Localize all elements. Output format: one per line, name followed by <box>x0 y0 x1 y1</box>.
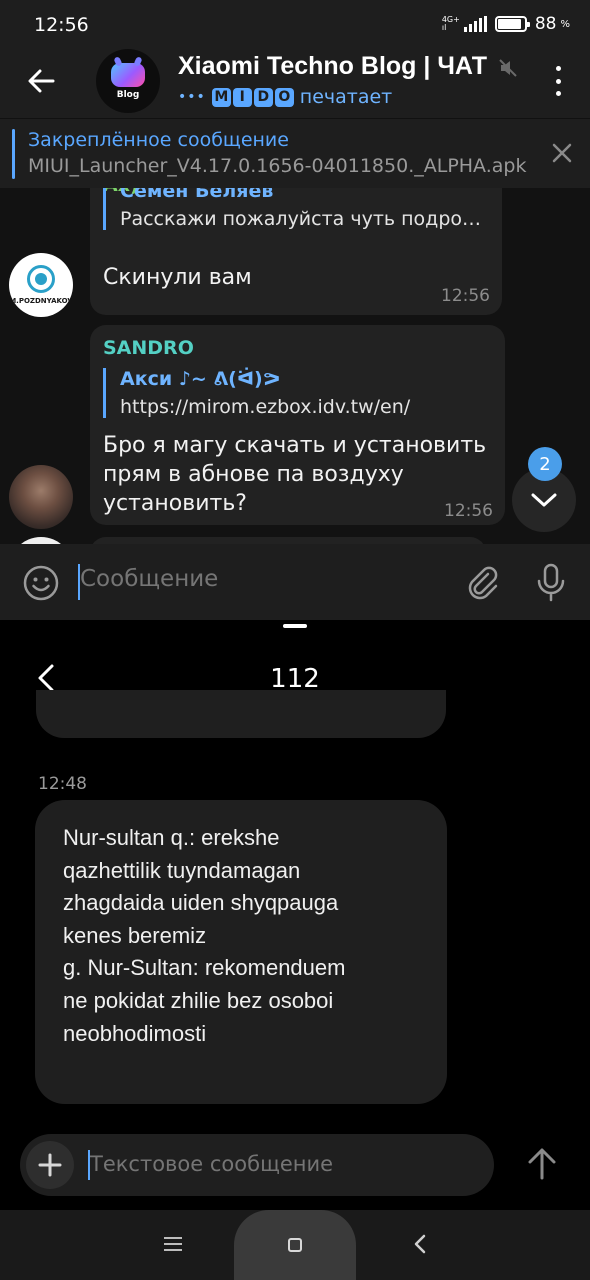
pinned-text: MIUI_Launcher_V4.17.0.1656-04011850._ALP… <box>28 155 527 177</box>
message-composer <box>0 544 590 620</box>
quote-author: Семён Беляев <box>120 188 274 202</box>
close-icon[interactable] <box>550 141 574 165</box>
message-input[interactable] <box>80 566 450 592</box>
arrow-up-icon[interactable] <box>522 1144 562 1184</box>
status-bar: 12:56 4G+ ıl 88 % <box>0 0 590 44</box>
quote-author: Акси ♪~ ᕕ(ᐛ)ᕗ <box>120 368 281 390</box>
microphone-icon[interactable] <box>534 562 568 602</box>
recent-apps-button[interactable] <box>164 1234 182 1254</box>
message-time: 12:56 <box>444 501 493 521</box>
pinned-accent-line <box>12 129 15 179</box>
typing-dots: ••• <box>178 89 206 105</box>
pinned-title: Закреплённое сообщение <box>28 129 289 151</box>
battery-percent: 88 <box>534 14 557 34</box>
sms-input[interactable] <box>90 1152 470 1176</box>
battery-icon <box>494 16 530 32</box>
avatar-caption: M.POZDNYAKOV <box>9 297 73 305</box>
status-icons: 4G+ ıl 88 % <box>442 14 570 34</box>
sms-message-bubble[interactable]: Nur-sultan q.: erekshe qazhettilik tuynd… <box>35 800 447 1104</box>
message-sender[interactable]: SANDRO <box>103 337 194 359</box>
status-time: 12:56 <box>34 14 89 36</box>
home-square-icon <box>288 1238 302 1252</box>
chat-header: Blog Xiaomi Techno Blog | ЧАТ ••• M I D … <box>0 44 590 118</box>
chevron-down-icon <box>531 493 557 507</box>
message-bubble[interactable]: SANDRO Акси ♪~ ᕕ(ᐛ)ᕗ https://mirom.ezbox… <box>90 325 505 525</box>
typing-status: печатает <box>299 86 393 108</box>
sms-message-text: Nur-sultan q.: erekshe qazhettilik tuynd… <box>63 825 346 1046</box>
emoji-smile-icon[interactable] <box>22 564 60 602</box>
message-text: Бро я магу скачать и установить прям в а… <box>103 433 487 516</box>
battery-percent-sign: % <box>560 18 570 30</box>
sun-logo-icon <box>27 265 55 293</box>
plus-icon <box>38 1153 62 1177</box>
sms-composer <box>20 1134 494 1196</box>
nav-back-icon[interactable] <box>410 1232 430 1256</box>
sms-time: 12:48 <box>38 774 87 794</box>
message-bubble[interactable]: Maxim Pozdnyakov (YouTube-Max Ax) Семён … <box>90 188 502 315</box>
unread-count-badge: 2 <box>528 447 562 481</box>
back-button[interactable] <box>18 58 64 104</box>
blog-logo-mark <box>111 62 145 87</box>
typing-user-name: M I D O <box>211 87 294 107</box>
message-list[interactable]: Maxim Pozdnyakov (YouTube-Max Ax) Семён … <box>0 188 590 544</box>
more-menu-button[interactable] <box>548 66 568 96</box>
split-screen-handle[interactable] <box>283 624 307 628</box>
typing-indicator: ••• M I D O печатает <box>178 86 392 108</box>
paperclip-icon[interactable] <box>462 562 502 602</box>
previous-sms-bubble[interactable] <box>36 690 446 738</box>
more-vertical-icon <box>555 66 561 71</box>
reply-quote[interactable]: Семён Беляев Расскажи пожалуйста чуть по… <box>103 188 486 230</box>
message-bubble[interactable] <box>90 537 486 544</box>
chat-avatar[interactable]: Blog <box>96 49 160 113</box>
add-attachment-button[interactable] <box>26 1141 74 1189</box>
message-time: 12:56 <box>441 286 490 306</box>
quote-text: https://mirom.ezbox.idv.tw/en/ <box>120 396 411 418</box>
network-type: 4G+ ıl <box>441 15 460 32</box>
system-navigation-bar <box>0 1210 590 1280</box>
avatar[interactable] <box>9 465 73 529</box>
signal-icon <box>463 16 487 32</box>
muted-speaker-icon <box>499 59 517 77</box>
pinned-message-bar[interactable]: Закреплённое сообщение MIUI_Launcher_V4.… <box>0 118 590 188</box>
message-text: Скинули вам <box>103 265 252 290</box>
chat-title[interactable]: Xiaomi Techno Blog | ЧАТ <box>178 52 487 81</box>
quote-text: Расскажи пожалуйста чуть подробнее <box>120 208 486 230</box>
blog-logo-text: Blog <box>116 89 140 100</box>
avatar[interactable]: M.POZDNYAKOV <box>9 253 73 317</box>
avatar[interactable] <box>9 537 73 544</box>
reply-quote[interactable]: Акси ♪~ ᕕ(ᐛ)ᕗ https://mirom.ezbox.idv.tw… <box>103 368 483 418</box>
arrow-left-icon <box>28 69 55 93</box>
